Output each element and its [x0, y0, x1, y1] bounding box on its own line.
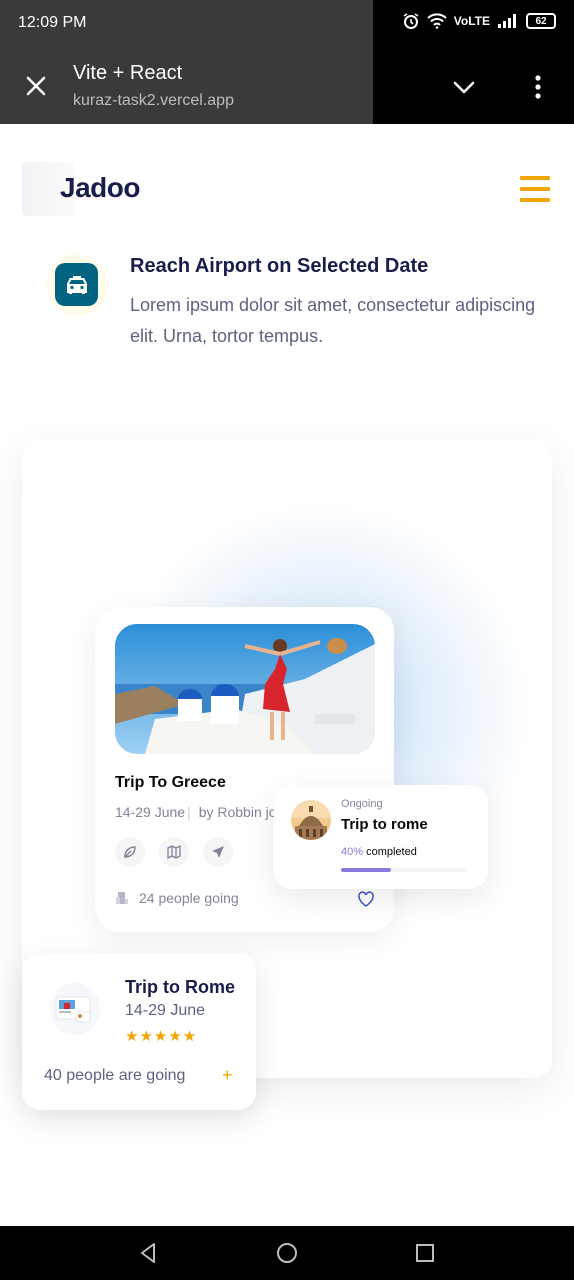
- progress-percent: 40%: [341, 846, 364, 858]
- site-logo[interactable]: Jadoo: [22, 162, 152, 216]
- trip-photo: [115, 624, 375, 754]
- browser-page-title: Vite + React: [73, 62, 183, 84]
- back-icon[interactable]: [138, 1242, 160, 1264]
- map-icon[interactable]: [159, 837, 189, 867]
- trip-title: Trip To Greece: [115, 774, 226, 791]
- trip-going-count: 24 people going: [139, 890, 239, 906]
- signal-icon: [498, 14, 516, 28]
- building-icon: [116, 892, 128, 904]
- progress-fill: [341, 868, 392, 872]
- recents-icon[interactable]: [415, 1243, 435, 1263]
- battery-level: 62: [535, 15, 547, 27]
- status-time: 12:09 PM: [18, 14, 87, 31]
- progress-label: completed: [366, 846, 417, 858]
- feature-description: Lorem ipsum dolor sit amet, consectetur …: [130, 295, 536, 346]
- taxi-icon: [55, 263, 98, 306]
- chevron-down-icon[interactable]: [452, 78, 476, 96]
- rome-dates: 14-29 June: [125, 1002, 206, 1019]
- feature-title: Reach Airport on Selected Date: [130, 255, 429, 277]
- screen: 12:09 PM VoLTE 62 Vite + React kuraz-tas…: [0, 0, 574, 1280]
- trip-going: 24 people going: [115, 890, 239, 906]
- leaf-icon[interactable]: [115, 837, 145, 867]
- feature-icon-circle: [46, 254, 108, 316]
- hamburger-menu-icon[interactable]: [520, 176, 550, 204]
- trip-separator: |: [187, 804, 191, 820]
- more-vert-icon[interactable]: [532, 74, 544, 100]
- wifi-icon: [427, 13, 447, 29]
- rome-going-count: 40 people are going: [44, 1067, 186, 1084]
- logo-text: Jadoo: [60, 172, 140, 203]
- trip-dates: 14-29 June: [115, 804, 186, 820]
- add-button[interactable]: +: [222, 1065, 233, 1086]
- status-bar: 12:09 PM VoLTE 62: [0, 0, 574, 48]
- rome-thumbnail: [50, 983, 100, 1035]
- ongoing-trip-card[interactable]: Ongoing Trip to rome 40% completed: [274, 785, 488, 889]
- ongoing-title: Trip to rome: [341, 816, 428, 833]
- home-icon[interactable]: [276, 1242, 298, 1264]
- browser-url[interactable]: kuraz-task2.vercel.app: [73, 92, 234, 110]
- ongoing-progress-text: 40% completed: [341, 846, 417, 858]
- rating-stars: ★★★★★: [125, 1028, 198, 1045]
- trip-author: by Robbin jo: [198, 804, 277, 820]
- volte-label: VoLTE: [453, 14, 490, 28]
- send-icon[interactable]: [203, 837, 233, 867]
- rome-avatar: [291, 800, 331, 840]
- close-icon[interactable]: [24, 74, 48, 98]
- trip-meta: 14-29 June | by Robbin jo: [115, 804, 290, 820]
- rome-title: Trip to Rome: [125, 977, 236, 997]
- progress-bar: [341, 868, 467, 872]
- ongoing-label: Ongoing: [341, 798, 383, 810]
- browser-toolbar: Vite + React kuraz-task2.vercel.app: [0, 48, 574, 124]
- status-icons: VoLTE 62: [402, 12, 556, 30]
- trip-actions: [115, 837, 233, 867]
- battery-icon: 62: [526, 13, 556, 29]
- rome-trip-card[interactable]: Trip to Rome 14-29 June ★★★★★ 40 people …: [22, 953, 256, 1110]
- alarm-icon: [403, 13, 419, 29]
- heart-icon[interactable]: [357, 890, 375, 908]
- system-nav-bar: [0, 1226, 574, 1280]
